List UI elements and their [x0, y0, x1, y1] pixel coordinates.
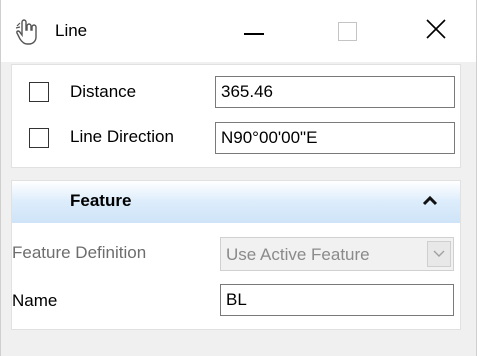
hand-pointer-icon: [15, 19, 37, 45]
feature-definition-select: Use Active Feature: [220, 237, 454, 271]
name-label: Name: [12, 291, 58, 310]
close-icon[interactable]: [413, 14, 459, 48]
line-direction-input[interactable]: N90°00'00"E: [215, 122, 455, 154]
feature-definition-label: Feature Definition: [12, 243, 147, 262]
feature-section-title: Feature: [70, 191, 132, 210]
chevron-down-icon: [427, 241, 451, 267]
feature-definition-value: Use Active Feature: [226, 245, 370, 264]
feature-section-header[interactable]: Feature: [12, 181, 460, 223]
line-dialog: Line Distance 365.46 Line Direction N90°…: [0, 0, 477, 356]
maximize-icon[interactable]: [326, 14, 372, 48]
name-input[interactable]: BL: [220, 284, 454, 316]
chevron-up-icon[interactable]: [420, 191, 440, 211]
title-bar[interactable]: Line: [1, 0, 476, 62]
line-direction-label: Line Direction: [70, 127, 174, 146]
distance-label: Distance: [70, 82, 137, 101]
line-direction-lock-checkbox[interactable]: [29, 128, 49, 148]
distance-input[interactable]: 365.46: [215, 76, 455, 108]
line-parameters-panel: Distance 365.46 Line Direction N90°00'00…: [11, 64, 461, 168]
window-title: Line: [55, 21, 88, 40]
minimize-icon[interactable]: [232, 14, 278, 48]
distance-lock-checkbox[interactable]: [29, 82, 49, 102]
feature-panel: Feature Feature Definition Use Active Fe…: [11, 180, 461, 330]
